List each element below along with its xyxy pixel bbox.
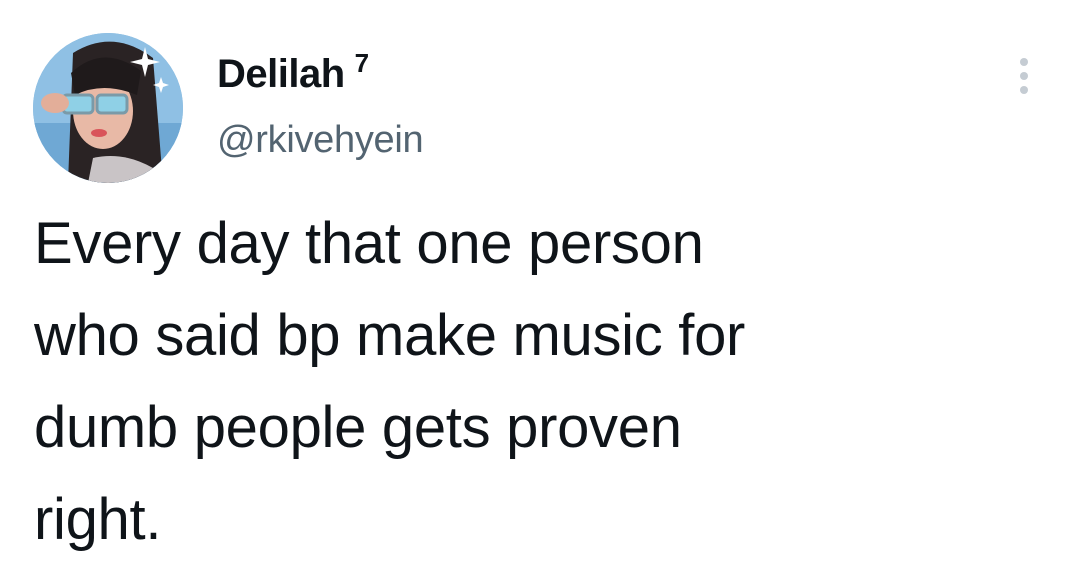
tweet-card: Delilah 7 @rkivehyein Every day that one… — [0, 0, 1080, 583]
display-name-row[interactable]: Delilah 7 — [217, 46, 423, 102]
user-handle[interactable]: @rkivehyein — [217, 118, 424, 162]
tweet-text: Every day that one person who said bp ma… — [34, 211, 746, 552]
more-vertical-icon — [1020, 58, 1028, 94]
avatar-photo-icon — [33, 33, 183, 183]
name-suffix: 7 — [354, 48, 370, 78]
user-info: Delilah 7 @rkivehyein — [217, 46, 424, 162]
more-options-button[interactable] — [1010, 56, 1040, 96]
display-name[interactable]: Delilah — [217, 46, 345, 102]
avatar[interactable] — [33, 33, 183, 183]
